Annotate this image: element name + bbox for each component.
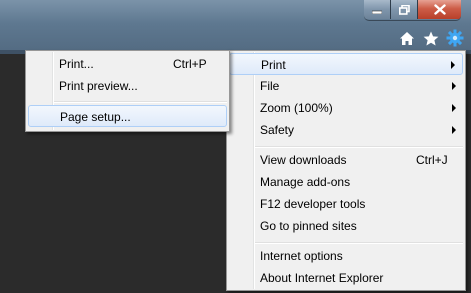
menu-item-label: Page setup...: [60, 110, 131, 124]
menu-item-label: View downloads: [260, 153, 347, 167]
menu-item-label: Internet options: [260, 249, 343, 263]
menu-item-pinned-sites[interactable]: Go to pinned sites: [229, 215, 463, 237]
menu-item-label: Go to pinned sites: [260, 219, 357, 233]
menu-item-shortcut: Ctrl+J: [416, 153, 448, 167]
gear-icon: [446, 29, 464, 47]
home-button[interactable]: [397, 29, 417, 47]
tools-menu: Print File Zoom (100%) Safety View downl…: [226, 50, 466, 291]
submenu-arrow-icon: [452, 82, 456, 90]
menu-item-label: Print: [261, 58, 286, 72]
menu-item-label: Zoom (100%): [260, 101, 333, 115]
submenu-arrow-icon: [452, 126, 456, 134]
star-icon: [423, 31, 439, 45]
restore-icon: [398, 4, 410, 15]
menu-item-label: F12 developer tools: [260, 197, 366, 211]
close-icon: [433, 4, 446, 15]
menu-item-print[interactable]: Print: [229, 53, 463, 75]
menu-item-safety[interactable]: Safety: [229, 119, 463, 141]
menu-item-label: About Internet Explorer: [260, 271, 384, 285]
caption-buttons: [364, 0, 461, 20]
menu-item-label: Safety: [260, 123, 295, 137]
tools-button[interactable]: [445, 29, 465, 47]
favorites-button[interactable]: [421, 29, 441, 47]
menu-item-manage-addons[interactable]: Manage add-ons: [229, 171, 463, 193]
home-icon: [400, 31, 414, 45]
submenu-arrow-icon: [452, 104, 456, 112]
menu-item-print-dialog[interactable]: Print... Ctrl+P: [28, 53, 227, 75]
menu-item-label: File: [260, 79, 280, 93]
close-button[interactable]: [418, 0, 461, 19]
command-icons: [397, 29, 465, 47]
menu-item-f12-developer-tools[interactable]: F12 developer tools: [229, 193, 463, 215]
menu-item-label: Print preview...: [59, 79, 138, 93]
menu-item-label: Print...: [59, 57, 94, 71]
menu-separator: [54, 101, 227, 103]
menu-separator: [255, 242, 463, 244]
menu-item-about-ie[interactable]: About Internet Explorer: [229, 267, 463, 289]
menu-separator: [255, 146, 463, 148]
menu-item-view-downloads[interactable]: View downloads Ctrl+J: [229, 149, 463, 171]
menu-item-print-preview[interactable]: Print preview...: [28, 75, 227, 97]
menu-item-label: Manage add-ons: [260, 175, 351, 189]
menu-item-page-setup[interactable]: Page setup...: [28, 105, 227, 127]
maximize-button[interactable]: [391, 0, 418, 19]
menu-item-zoom[interactable]: Zoom (100%): [229, 97, 463, 119]
menu-item-shortcut: Ctrl+P: [173, 57, 207, 71]
menu-item-internet-options[interactable]: Internet options: [229, 245, 463, 267]
minimize-icon: [372, 10, 382, 14]
minimize-button[interactable]: [364, 0, 391, 19]
print-submenu: Print... Ctrl+P Print preview... Page se…: [25, 50, 230, 132]
submenu-arrow-icon: [451, 61, 455, 69]
menu-item-file[interactable]: File: [229, 75, 463, 97]
